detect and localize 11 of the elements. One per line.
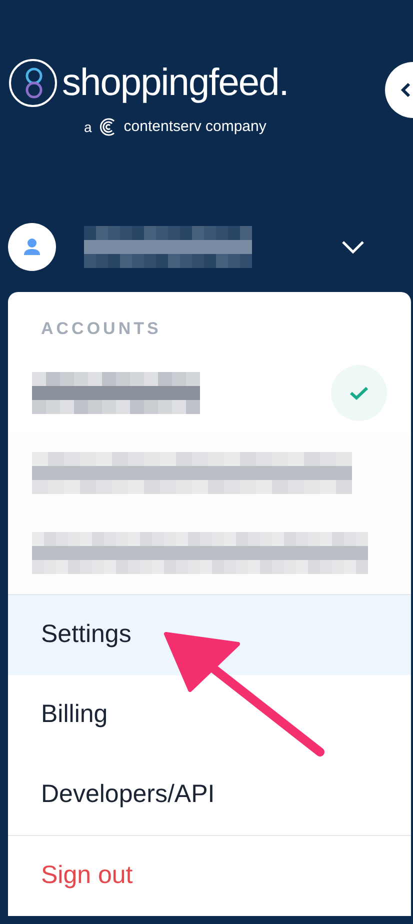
avatar[interactable]: [8, 222, 56, 270]
tagline: contentserv company: [124, 117, 266, 137]
tagline-prefix: a: [84, 118, 92, 137]
chevron-left-icon: [399, 82, 411, 98]
chevron-down-icon[interactable]: [341, 240, 365, 254]
user-icon: [22, 236, 42, 256]
check-icon: [349, 385, 369, 401]
logo-icon: [8, 58, 58, 108]
brand-name: shoppingfeed.: [62, 64, 288, 102]
section-title: ACCOUNTS: [41, 318, 162, 340]
menu-item[interactable]: Settings: [8, 595, 411, 675]
